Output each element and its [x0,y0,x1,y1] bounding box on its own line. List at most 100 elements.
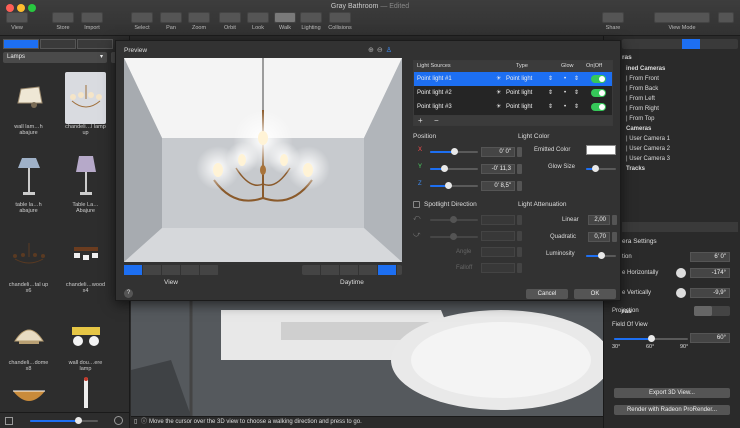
on-off-toggle[interactable] [591,89,606,97]
field-of-view-field[interactable]: 60° [690,333,730,343]
glow-size-slider[interactable] [586,165,616,172]
table-row[interactable]: Point light #1 ☀ Point light ⇕ • ⇕ [414,72,612,86]
view-toolbar-button[interactable]: View [4,12,30,36]
daytime-dawn[interactable] [302,265,321,275]
library-item[interactable] [65,374,106,414]
library-item[interactable]: Table La…Abajure [65,150,106,214]
spot-horizontal-stepper[interactable] [517,215,522,225]
camera-item[interactable]: | User Camera 1 [626,136,670,146]
glow-dot[interactable]: • [564,72,566,86]
stepper-icon[interactable]: ⇕ [574,72,579,86]
spot-horizontal-field[interactable] [481,215,515,225]
falloff-stepper[interactable] [517,263,522,273]
y-slider[interactable] [430,165,478,172]
view-preset-selector[interactable] [124,265,219,275]
export-3d-view-button[interactable]: Export 3D View... [614,388,730,398]
camera-item[interactable]: | From Left [626,96,670,106]
settings-toolbar-button[interactable] [716,12,736,36]
zoom-out-icon[interactable]: ⊖ [377,47,386,54]
angle-stepper[interactable] [517,247,522,257]
library-tab-materials[interactable] [40,39,76,49]
camera-item[interactable]: | From Front [626,76,670,86]
3d-view[interactable] [131,300,603,416]
field-of-view-slider[interactable] [614,335,688,342]
library-item[interactable]: wall dou…ere lamp [65,308,106,372]
library-item[interactable]: table la…h abajure [8,150,49,214]
view-preset-1[interactable] [124,265,143,275]
stepper-icon[interactable]: ⇕ [548,72,553,86]
spot-horizontal-slider[interactable] [430,216,478,223]
falloff-field[interactable] [481,263,515,273]
camera-item[interactable]: | From Top [626,116,670,126]
stepper-icon[interactable]: ⇕ [548,86,553,100]
light-preview[interactable] [124,58,402,262]
camera-item[interactable]: | From Right [626,106,670,116]
library-item[interactable] [8,374,49,414]
view-preset-4[interactable] [181,265,200,275]
daytime-morning[interactable] [321,265,340,275]
y-field[interactable]: -0' 11,3 [481,164,515,174]
x-stepper[interactable] [517,147,522,157]
thumbnail-size-slider[interactable] [30,417,98,424]
inspector-tabs[interactable] [622,39,738,49]
x-field[interactable]: 0' 0" [481,147,515,157]
luminosity-slider[interactable] [586,252,616,259]
camera-item[interactable]: | User Camera 2 [626,146,670,156]
camera-item[interactable]: | From Back [626,86,670,96]
horizontal-angle-dial[interactable] [676,268,686,278]
camera-item[interactable]: | User Camera 3 [626,156,670,166]
sidebar-toggle-icon[interactable]: ▯ [134,417,137,428]
store-toolbar-button[interactable]: Store [50,12,76,36]
spotlight-checkbox[interactable] [413,201,420,208]
spot-vertical-stepper[interactable] [517,231,522,241]
daytime-night[interactable] [378,265,397,275]
camera-list[interactable]: ined Cameras | From Front | From Back | … [626,66,670,176]
z-stepper[interactable] [517,181,522,191]
camera-tab[interactable] [682,39,700,49]
on-off-toggle[interactable] [591,75,606,83]
select-toolbar-button[interactable]: Select [129,12,155,36]
daytime-selector[interactable] [302,265,402,275]
z-slider[interactable] [430,182,478,189]
person-icon[interactable]: ♙ [386,47,395,54]
library-tab-objects[interactable] [3,39,39,49]
import-toolbar-button[interactable]: Import [79,12,105,36]
angle-field[interactable] [481,247,515,257]
pan-toolbar-button[interactable]: Pan [158,12,184,36]
view-mode-toolbar-control[interactable]: View Mode [652,12,712,36]
emitted-color-swatch[interactable] [586,145,616,155]
look-toolbar-button[interactable]: Look [245,12,271,36]
collisions-toolbar-button[interactable]: Collisions [325,12,355,36]
gear-icon[interactable] [114,416,123,425]
daytime-noon[interactable] [340,265,359,275]
spot-vertical-field[interactable] [481,231,515,241]
zoom-controls[interactable]: ⊕⊖♙ [368,46,395,54]
daytime-evening[interactable] [359,265,378,275]
stepper-icon[interactable]: ⇕ [548,100,553,114]
spot-vertical-slider[interactable] [430,233,478,240]
linear-field[interactable]: 2,00 [588,215,610,225]
table-row[interactable]: Point light #3 ☀ Point light ⇕ • ⇕ [414,100,612,114]
linear-stepper[interactable] [612,215,617,225]
cancel-button[interactable]: Cancel [526,289,568,299]
stepper-icon[interactable]: ⇕ [574,100,579,114]
help-button[interactable]: ? [124,289,133,298]
glow-dot[interactable]: • [564,86,566,100]
table-row[interactable]: Point light #2 ☀ Point light ⇕ • ⇕ [414,86,612,100]
library-item[interactable]: chandeli…dome x8 [8,308,49,372]
stepper-icon[interactable]: ⇕ [574,86,579,100]
vertical-angle-dial[interactable] [676,288,686,298]
remove-light-button[interactable]: − [434,116,439,126]
view-preset-3[interactable] [162,265,181,275]
zoom-toolbar-button[interactable]: Zoom [186,12,212,36]
projection-segmented-control[interactable] [694,306,730,316]
library-tab-list[interactable] [77,39,113,49]
quadratic-stepper[interactable] [612,232,617,242]
library-item[interactable]: chandeli…tal up x6 [8,230,49,294]
on-off-toggle[interactable] [591,103,606,111]
walk-toolbar-button[interactable]: Walk [272,12,298,36]
orbit-toolbar-button[interactable]: Orbit [217,12,243,36]
quadratic-field[interactable]: 0,70 [588,232,610,242]
view-preset-5[interactable] [200,265,219,275]
vertical-angle-field[interactable]: -9,9° [690,288,730,298]
